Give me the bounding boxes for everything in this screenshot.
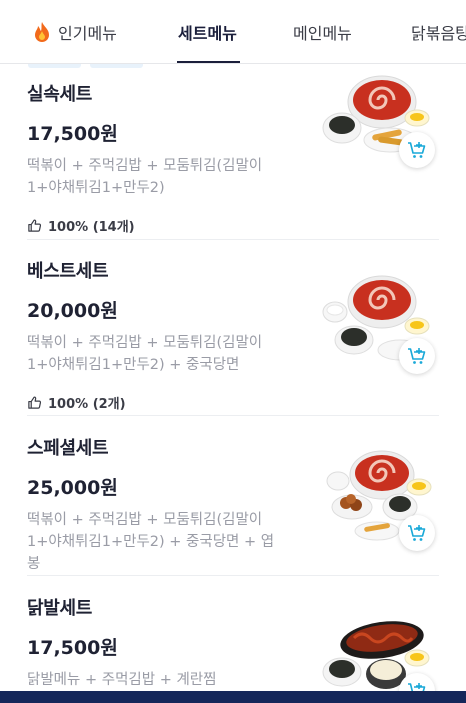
thumbs-up-icon xyxy=(28,219,42,232)
fire-icon xyxy=(32,21,52,43)
add-to-cart-button[interactable] xyxy=(399,515,435,551)
tab-label: 인기메뉴 xyxy=(58,24,117,43)
previous-item-badge xyxy=(90,64,143,68)
item-rating: 100% (2개) xyxy=(27,393,439,412)
rating-text: 100% (2개) xyxy=(48,397,126,412)
tab-label: 닭볶음탕 xyxy=(411,24,466,43)
add-to-cart-button[interactable] xyxy=(399,132,435,168)
tab-label: 세트메뉴 xyxy=(178,24,237,43)
item-description: 떡볶이 + 주먹김밥 + 모둠튀김(김말이1+야채튀김1+만두2) xyxy=(27,158,263,196)
item-divider xyxy=(27,575,439,576)
item-description: 떡볶이 + 주먹김밥 + 모둠튀김(김말이1+야채튀김1+만두2) + 중국당면… xyxy=(27,512,275,572)
bottom-cart-bar[interactable] xyxy=(0,691,466,703)
cart-icon xyxy=(408,142,426,158)
item-divider xyxy=(27,239,439,240)
previous-item-badge xyxy=(28,64,81,68)
thumbs-up-icon xyxy=(28,396,42,409)
tab-main-menu[interactable]: 메인메뉴 xyxy=(293,0,352,63)
category-tab-bar: 인기메뉴 세트메뉴 메인메뉴 닭볶음탕 xyxy=(0,0,466,64)
item-description: 닭발메뉴 + 주먹김밥 + 계란찜 xyxy=(27,672,217,688)
item-description: 떡볶이 + 주먹김밥 + 모둠튀김(김말이1+야채튀김1+만두2) + 중국당면 xyxy=(27,335,263,373)
tab-set-menu[interactable]: 세트메뉴 xyxy=(178,0,237,63)
add-to-cart-button[interactable] xyxy=(399,338,435,374)
tab-popular[interactable]: 인기메뉴 xyxy=(32,0,117,63)
item-divider xyxy=(27,415,439,416)
active-tab-indicator xyxy=(177,61,240,63)
rating-text: 100% (14개) xyxy=(48,220,135,235)
tab-chicken-stew[interactable]: 닭볶음탕 xyxy=(411,0,466,63)
cart-icon xyxy=(408,525,426,541)
item-rating: 100% (14개) xyxy=(27,216,439,235)
cart-icon xyxy=(408,348,426,364)
tab-label: 메인메뉴 xyxy=(293,24,352,43)
